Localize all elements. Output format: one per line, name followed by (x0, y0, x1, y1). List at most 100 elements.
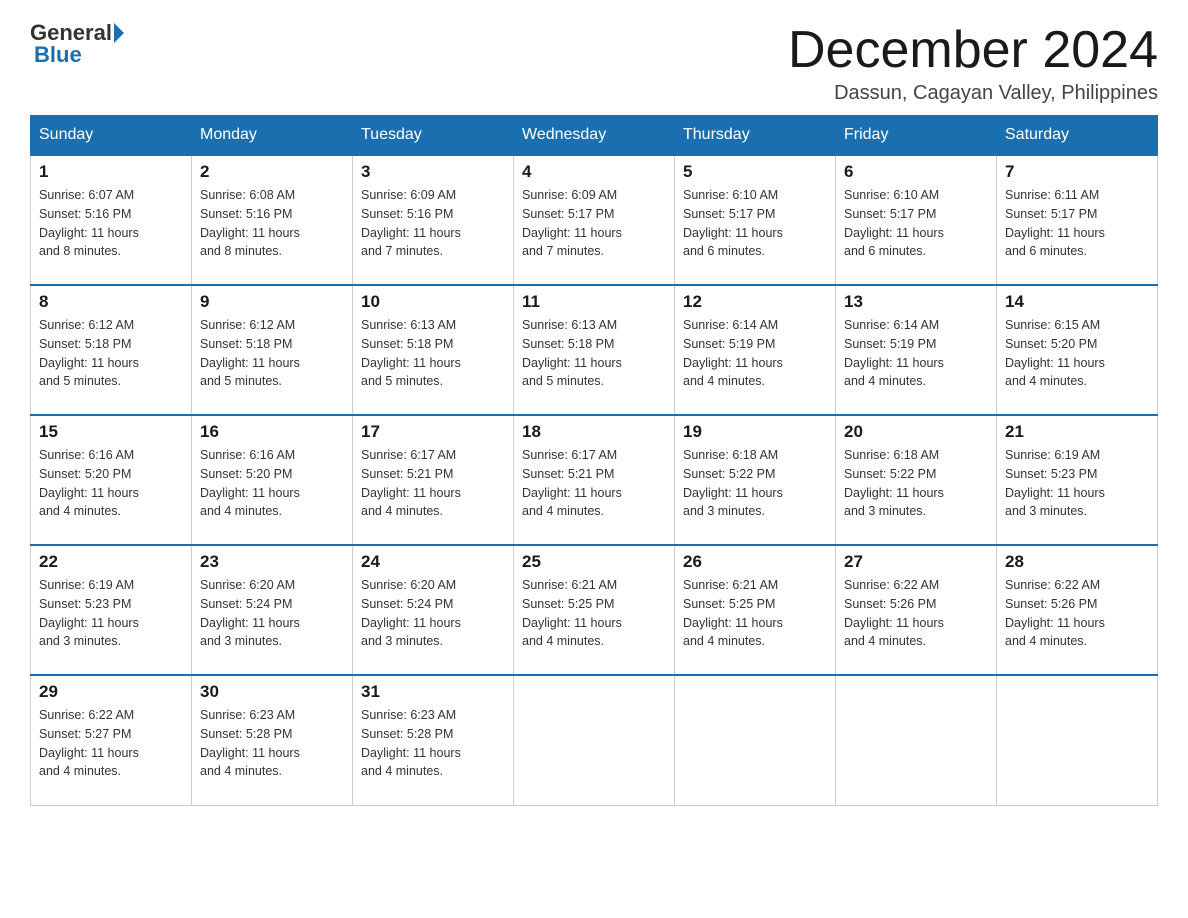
day-info: Sunrise: 6:22 AMSunset: 5:27 PMDaylight:… (39, 706, 183, 781)
day-info: Sunrise: 6:13 AMSunset: 5:18 PMDaylight:… (522, 316, 666, 391)
day-info: Sunrise: 6:07 AMSunset: 5:16 PMDaylight:… (39, 186, 183, 261)
day-number: 30 (200, 682, 344, 702)
location-subtitle: Dassun, Cagayan Valley, Philippines (788, 82, 1158, 105)
calendar-cell: 18 Sunrise: 6:17 AMSunset: 5:21 PMDayligh… (514, 415, 675, 545)
calendar-cell: 6 Sunrise: 6:10 AMSunset: 5:17 PMDaylight… (836, 155, 997, 285)
calendar-cell: 7 Sunrise: 6:11 AMSunset: 5:17 PMDaylight… (997, 155, 1158, 285)
week-row-3: 15Sunrise: 6:16 AMSunset: 5:20 PMDayligh… (31, 415, 1158, 545)
calendar-cell: 24Sunrise: 6:20 AMSunset: 5:24 PMDayligh… (353, 545, 514, 675)
calendar-cell: 21Sunrise: 6:19 AMSunset: 5:23 PMDayligh… (997, 415, 1158, 545)
week-row-4: 22 Sunrise: 6:19 AMSunset: 5:23 PMDayligh… (31, 545, 1158, 675)
day-number: 12 (683, 292, 827, 312)
day-info: Sunrise: 6:08 AMSunset: 5:16 PMDaylight:… (200, 186, 344, 261)
calendar-cell: 19 Sunrise: 6:18 AMSunset: 5:22 PMDayligh… (675, 415, 836, 545)
day-info: Sunrise: 6:22 AMSunset: 5:26 PMDaylight:… (844, 576, 988, 651)
day-info: Sunrise: 6:22 AMSunset: 5:26 PMDaylight:… (1005, 576, 1149, 651)
calendar-cell: 5 Sunrise: 6:10 AMSunset: 5:17 PMDaylight… (675, 155, 836, 285)
day-number: 16 (200, 422, 344, 442)
day-info: Sunrise: 6:23 AMSunset: 5:28 PMDaylight:… (361, 706, 505, 781)
week-row-5: 29 Sunrise: 6:22 AMSunset: 5:27 PMDayligh… (31, 675, 1158, 805)
calendar-cell: 13 Sunrise: 6:14 AMSunset: 5:19 PMDayligh… (836, 285, 997, 415)
day-number: 15 (39, 422, 183, 442)
day-number: 1 (39, 162, 183, 182)
calendar-cell: 8 Sunrise: 6:12 AMSunset: 5:18 PMDaylight… (31, 285, 192, 415)
day-info: Sunrise: 6:10 AMSunset: 5:17 PMDaylight:… (844, 186, 988, 261)
day-info: Sunrise: 6:14 AMSunset: 5:19 PMDaylight:… (844, 316, 988, 391)
weekday-header-row: SundayMondayTuesdayWednesdayThursdayFrid… (31, 116, 1158, 156)
day-info: Sunrise: 6:21 AMSunset: 5:25 PMDaylight:… (683, 576, 827, 651)
week-row-1: 1 Sunrise: 6:07 AMSunset: 5:16 PMDaylight… (31, 155, 1158, 285)
page-header: General Blue December 2024 Dassun, Cagay… (30, 20, 1158, 105)
calendar-cell: 28 Sunrise: 6:22 AMSunset: 5:26 PMDayligh… (997, 545, 1158, 675)
day-number: 19 (683, 422, 827, 442)
weekday-header-tuesday: Tuesday (353, 116, 514, 156)
day-info: Sunrise: 6:09 AMSunset: 5:16 PMDaylight:… (361, 186, 505, 261)
weekday-header-thursday: Thursday (675, 116, 836, 156)
day-info: Sunrise: 6:17 AMSunset: 5:21 PMDaylight:… (522, 446, 666, 521)
day-number: 31 (361, 682, 505, 702)
day-info: Sunrise: 6:21 AMSunset: 5:25 PMDaylight:… (522, 576, 666, 651)
day-number: 25 (522, 552, 666, 572)
day-number: 28 (1005, 552, 1149, 572)
day-number: 22 (39, 552, 183, 572)
calendar-cell: 11 Sunrise: 6:13 AMSunset: 5:18 PMDayligh… (514, 285, 675, 415)
day-number: 10 (361, 292, 505, 312)
calendar-cell: 31 Sunrise: 6:23 AMSunset: 5:28 PMDayligh… (353, 675, 514, 805)
day-info: Sunrise: 6:18 AMSunset: 5:22 PMDaylight:… (844, 446, 988, 521)
weekday-header-saturday: Saturday (997, 116, 1158, 156)
day-number: 5 (683, 162, 827, 182)
weekday-header-sunday: Sunday (31, 116, 192, 156)
day-info: Sunrise: 6:10 AMSunset: 5:17 PMDaylight:… (683, 186, 827, 261)
day-info: Sunrise: 6:15 AMSunset: 5:20 PMDaylight:… (1005, 316, 1149, 391)
calendar-cell: 20 Sunrise: 6:18 AMSunset: 5:22 PMDayligh… (836, 415, 997, 545)
day-number: 17 (361, 422, 505, 442)
day-number: 6 (844, 162, 988, 182)
calendar-cell: 2 Sunrise: 6:08 AMSunset: 5:16 PMDaylight… (192, 155, 353, 285)
day-info: Sunrise: 6:18 AMSunset: 5:22 PMDaylight:… (683, 446, 827, 521)
day-number: 20 (844, 422, 988, 442)
calendar-cell: 27 Sunrise: 6:22 AMSunset: 5:26 PMDayligh… (836, 545, 997, 675)
week-row-2: 8 Sunrise: 6:12 AMSunset: 5:18 PMDaylight… (31, 285, 1158, 415)
day-number: 21 (1005, 422, 1149, 442)
calendar-cell: 14 Sunrise: 6:15 AMSunset: 5:20 PMDayligh… (997, 285, 1158, 415)
day-number: 9 (200, 292, 344, 312)
day-info: Sunrise: 6:11 AMSunset: 5:17 PMDaylight:… (1005, 186, 1149, 261)
calendar-cell: 15Sunrise: 6:16 AMSunset: 5:20 PMDayligh… (31, 415, 192, 545)
calendar-cell: 9 Sunrise: 6:12 AMSunset: 5:18 PMDaylight… (192, 285, 353, 415)
title-block: December 2024 Dassun, Cagayan Valley, Ph… (788, 20, 1158, 105)
day-number: 11 (522, 292, 666, 312)
calendar-table: SundayMondayTuesdayWednesdayThursdayFrid… (30, 115, 1158, 806)
day-info: Sunrise: 6:23 AMSunset: 5:28 PMDaylight:… (200, 706, 344, 781)
day-number: 8 (39, 292, 183, 312)
day-number: 18 (522, 422, 666, 442)
day-number: 29 (39, 682, 183, 702)
calendar-cell: 17 Sunrise: 6:17 AMSunset: 5:21 PMDayligh… (353, 415, 514, 545)
calendar-cell: 10Sunrise: 6:13 AMSunset: 5:18 PMDayligh… (353, 285, 514, 415)
day-info: Sunrise: 6:09 AMSunset: 5:17 PMDaylight:… (522, 186, 666, 261)
weekday-header-friday: Friday (836, 116, 997, 156)
day-number: 2 (200, 162, 344, 182)
day-number: 27 (844, 552, 988, 572)
weekday-header-monday: Monday (192, 116, 353, 156)
calendar-cell (836, 675, 997, 805)
calendar-cell: 29 Sunrise: 6:22 AMSunset: 5:27 PMDayligh… (31, 675, 192, 805)
day-number: 7 (1005, 162, 1149, 182)
day-info: Sunrise: 6:17 AMSunset: 5:21 PMDaylight:… (361, 446, 505, 521)
day-info: Sunrise: 6:20 AMSunset: 5:24 PMDaylight:… (361, 576, 505, 651)
day-info: Sunrise: 6:19 AMSunset: 5:23 PMDaylight:… (39, 576, 183, 651)
main-title: December 2024 (788, 20, 1158, 80)
calendar-cell: 4Sunrise: 6:09 AMSunset: 5:17 PMDaylight… (514, 155, 675, 285)
logo-text-blue: Blue (30, 42, 126, 68)
day-number: 13 (844, 292, 988, 312)
day-info: Sunrise: 6:12 AMSunset: 5:18 PMDaylight:… (200, 316, 344, 391)
day-info: Sunrise: 6:12 AMSunset: 5:18 PMDaylight:… (39, 316, 183, 391)
weekday-header-wednesday: Wednesday (514, 116, 675, 156)
calendar-cell: 22 Sunrise: 6:19 AMSunset: 5:23 PMDayligh… (31, 545, 192, 675)
calendar-cell: 30 Sunrise: 6:23 AMSunset: 5:28 PMDayligh… (192, 675, 353, 805)
calendar-cell: 26 Sunrise: 6:21 AMSunset: 5:25 PMDayligh… (675, 545, 836, 675)
calendar-cell: 25 Sunrise: 6:21 AMSunset: 5:25 PMDayligh… (514, 545, 675, 675)
day-number: 26 (683, 552, 827, 572)
day-number: 14 (1005, 292, 1149, 312)
calendar-cell (675, 675, 836, 805)
day-number: 3 (361, 162, 505, 182)
